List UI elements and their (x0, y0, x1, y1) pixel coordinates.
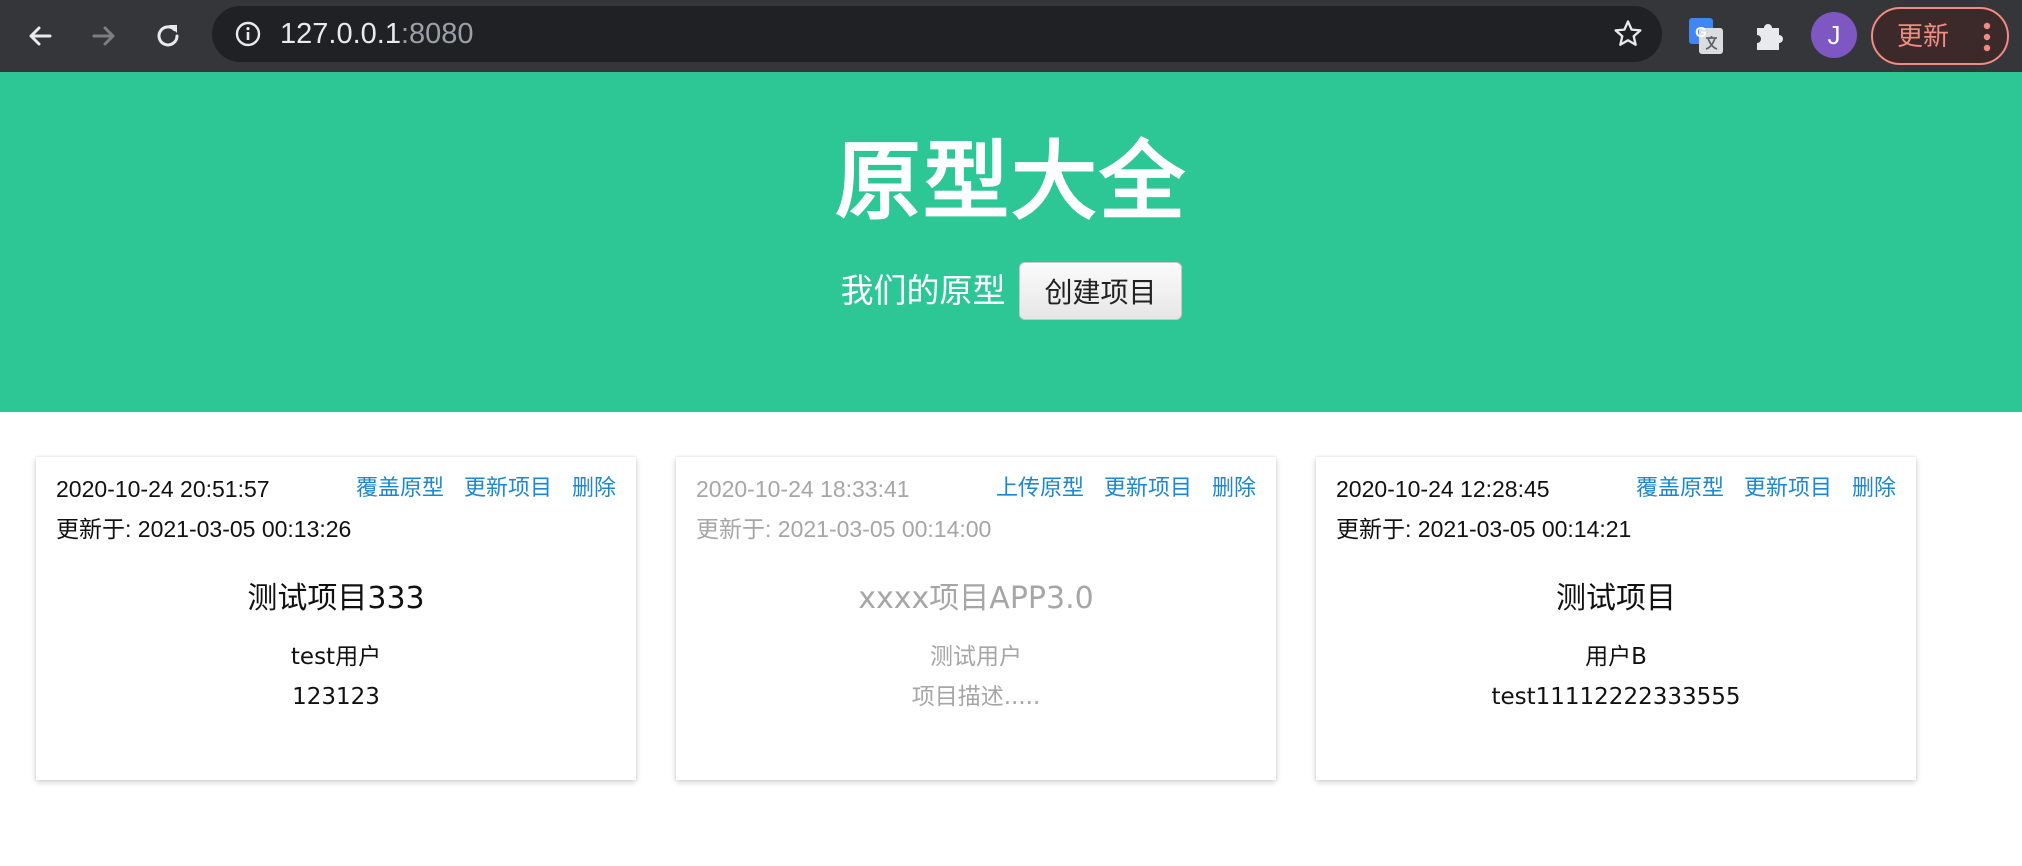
back-button[interactable] (16, 12, 64, 60)
browser-update-button[interactable]: 更新 (1871, 7, 2009, 65)
project-card: 2020-10-24 20:51:57 覆盖原型 更新项目 删除 更新于: 20… (36, 457, 636, 780)
upload-prototype-link[interactable]: 上传原型 (996, 475, 1084, 503)
page-title: 原型大全 (835, 132, 1187, 232)
address-bar[interactable]: 127.0.0.1:8080 (212, 6, 1662, 62)
project-actions: 上传原型 更新项目 删除 (996, 475, 1256, 503)
extensions-puzzle-icon[interactable] (1749, 16, 1789, 56)
project-created-time: 2020-10-24 20:51:57 (56, 476, 270, 502)
project-created-time: 2020-10-24 12:28:45 (1336, 476, 1550, 502)
profile-avatar[interactable]: J (1811, 12, 1857, 58)
delete-project-link[interactable]: 删除 (572, 475, 616, 503)
forward-arrow-icon (92, 26, 115, 46)
update-project-link[interactable]: 更新项目 (1744, 475, 1832, 503)
project-updated-time: 更新于: 2021-03-05 00:13:26 (56, 516, 352, 542)
delete-project-link[interactable]: 删除 (1852, 475, 1896, 503)
url-port: :8080 (400, 18, 474, 50)
update-project-link[interactable]: 更新项目 (464, 475, 552, 503)
reload-icon (157, 25, 179, 47)
hero-banner: 原型大全 我们的原型 创建项目 (0, 72, 2022, 412)
browser-update-label: 更新 (1897, 22, 1950, 52)
project-name[interactable]: xxxx项目APP3.0 (676, 581, 1276, 617)
project-description: 项目描述..... (911, 684, 1041, 710)
project-updated-time: 更新于: 2021-03-05 00:14:00 (696, 516, 992, 542)
bookmark-star-icon[interactable] (1612, 18, 1644, 50)
project-card: 2020-10-24 12:28:45 覆盖原型 更新项目 删除 更新于: 20… (1316, 457, 1916, 780)
reload-button[interactable] (144, 12, 192, 60)
project-actions: 覆盖原型 更新项目 删除 (356, 475, 616, 503)
project-description: test11112222333555 (1491, 684, 1741, 710)
project-created-time: 2020-10-24 18:33:41 (696, 476, 910, 502)
hero-subtitle: 我们的原型 (840, 271, 1006, 310)
hero-subrow: 我们的原型 创建项目 (0, 262, 2022, 320)
project-actions: 覆盖原型 更新项目 删除 (1636, 475, 1896, 503)
browser-toolbar: 127.0.0.1:8080 G J 更新 (0, 0, 2022, 72)
project-name[interactable]: 测试项目 (1316, 581, 1916, 617)
project-updated-time: 更新于: 2021-03-05 00:14:21 (1336, 516, 1632, 542)
more-vert-icon[interactable] (1983, 22, 1991, 52)
project-card: 2020-10-24 18:33:41 上传原型 更新项目 删除 更新于: 20… (676, 457, 1276, 780)
google-translate-icon[interactable]: G (1686, 16, 1726, 56)
svg-text:G: G (1695, 24, 1707, 41)
overwrite-prototype-link[interactable]: 覆盖原型 (356, 475, 444, 503)
info-icon[interactable] (234, 20, 262, 48)
project-user: test用户 (290, 644, 382, 670)
create-project-button[interactable]: 创建项目 (1019, 262, 1182, 320)
update-project-link[interactable]: 更新项目 (1104, 475, 1192, 503)
url-text[interactable]: 127.0.0.1:8080 (280, 18, 474, 50)
back-arrow-icon (29, 26, 52, 46)
project-name[interactable]: 测试项目333 (36, 581, 636, 617)
project-user: 测试用户 (930, 644, 1022, 670)
delete-project-link[interactable]: 删除 (1212, 475, 1256, 503)
project-user: 用户B (1585, 644, 1647, 670)
overwrite-prototype-link[interactable]: 覆盖原型 (1636, 475, 1724, 503)
url-host: 127.0.0.1 (280, 18, 401, 50)
forward-button[interactable] (80, 12, 128, 60)
project-description: 123123 (292, 684, 380, 710)
